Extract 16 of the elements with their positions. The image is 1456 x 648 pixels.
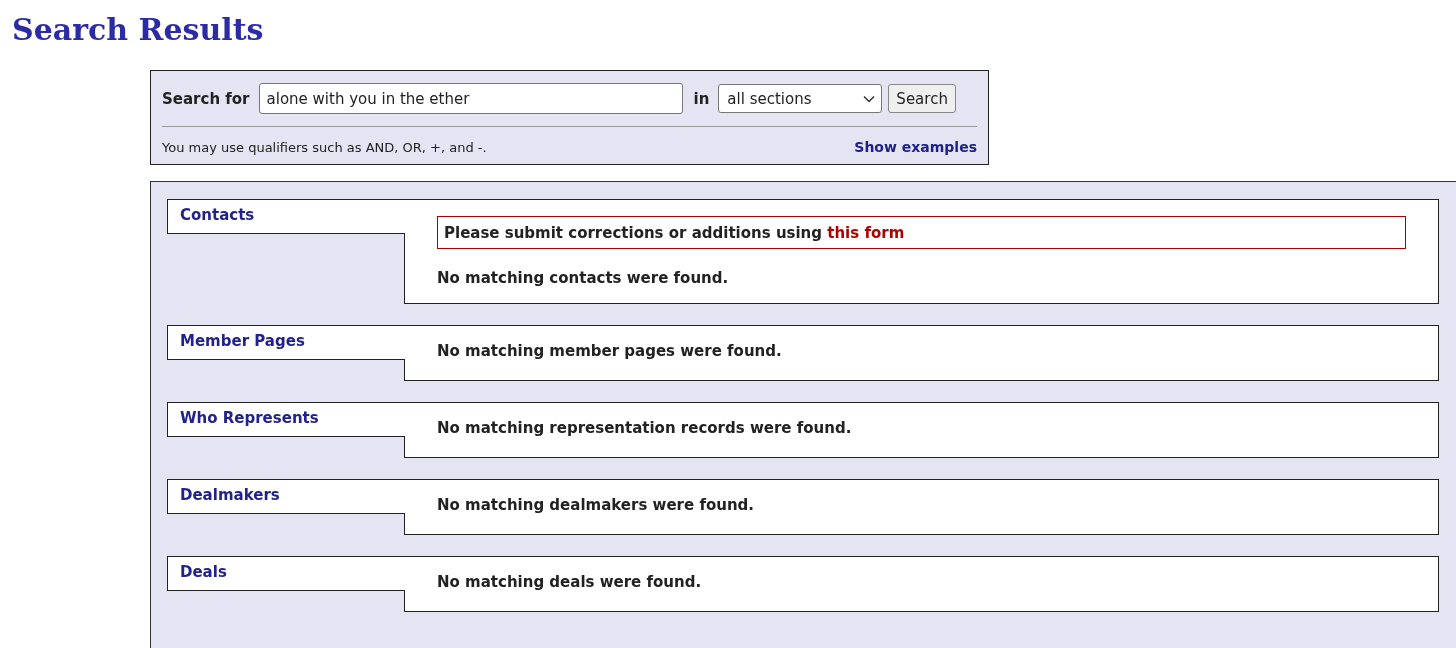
hint-text: You may use qualifiers such as AND, OR, +, and -. bbox=[162, 139, 487, 155]
search-label: Search for bbox=[162, 89, 250, 108]
search-button[interactable]: Search bbox=[888, 84, 956, 113]
no-results-message: No matching contacts were found. bbox=[437, 269, 730, 287]
notice-text: Please submit corrections or additions using this form bbox=[444, 224, 905, 242]
in-label: in bbox=[693, 89, 710, 108]
page-title: Search Results bbox=[12, 12, 264, 48]
search-field[interactable]: alone with you in the ether bbox=[258, 83, 683, 114]
no-results-message: No matching representation records were found. bbox=[437, 419, 853, 437]
show-examples-link[interactable]: Show examples bbox=[854, 139, 977, 155]
section-select[interactable]: all sections bbox=[718, 84, 883, 113]
no-results-message: No matching dealmakers were found. bbox=[437, 496, 756, 514]
no-results-message: No matching member pages were found. bbox=[437, 342, 783, 360]
form-link[interactable]: this form bbox=[827, 224, 905, 242]
caret-icon bbox=[863, 94, 876, 103]
no-results-message: No matching deals were found. bbox=[437, 573, 703, 591]
